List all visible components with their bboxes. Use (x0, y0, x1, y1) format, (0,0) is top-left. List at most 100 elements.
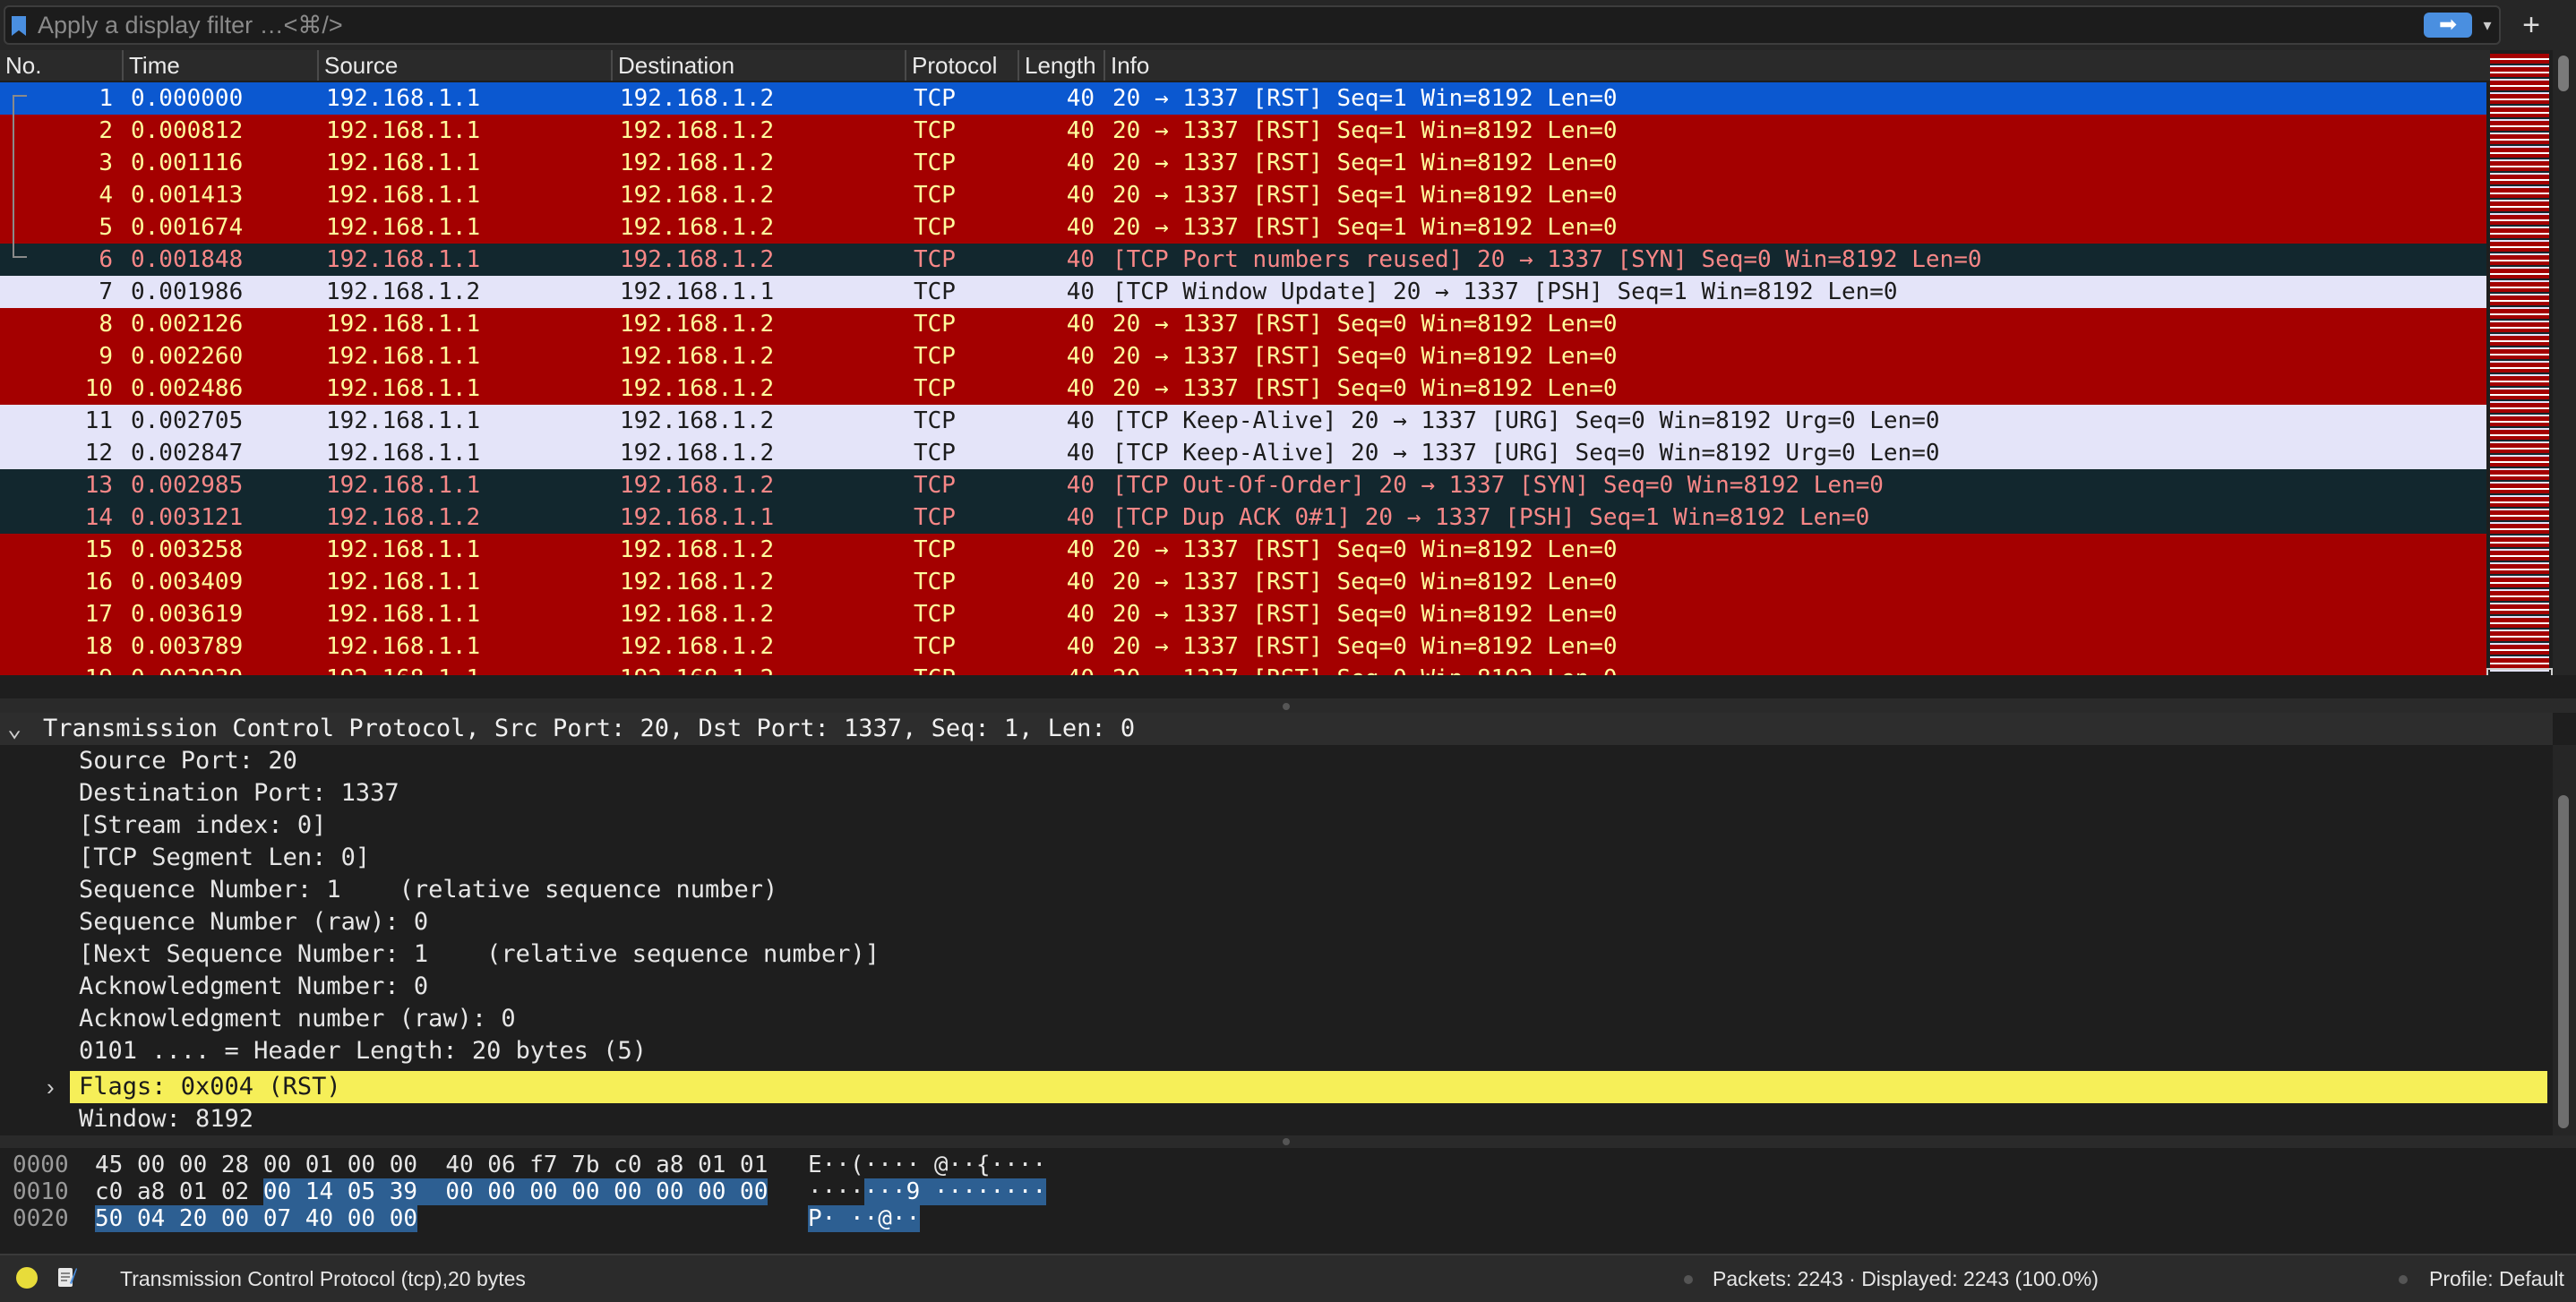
packet-cell-dst: 192.168.1.2 (620, 601, 775, 628)
display-filter-input[interactable] (38, 11, 1112, 39)
column-header-length[interactable]: Length (1018, 50, 1103, 81)
packet-cell-src: 192.168.1.2 (326, 278, 481, 305)
packet-details: ⌄ Transmission Control Protocol, Src Por… (0, 713, 2576, 1135)
ascii-bytes-highlighted[interactable]: P· ··@·· (808, 1205, 921, 1232)
packet-row[interactable]: 18 0.003789 192.168.1.1 192.168.1.2 TCP 40 20 … (0, 630, 2486, 663)
byte-hex-line[interactable]: c0 a8 01 02 00 14 05 39 00 00 00 00 00 0… (95, 1178, 769, 1205)
display-filter-box[interactable]: ➡ ▾ (4, 5, 2501, 45)
byte-ascii-line[interactable]: ·······9 ········ (808, 1178, 1047, 1205)
packet-rows: 1 0.000000 192.168.1.1 192.168.1.2 TCP 40 20 →… (0, 82, 2486, 675)
expert-info-dot-icon[interactable] (16, 1267, 38, 1289)
packet-list-vscrollbar[interactable] (2553, 50, 2576, 675)
chevron-right-icon[interactable]: › (47, 1071, 64, 1103)
detail-segment-len[interactable]: [TCP Segment Len: 0] (79, 842, 370, 874)
ascii-bytes[interactable]: E··(···· @··{···· (808, 1152, 1046, 1178)
packet-cell-len: 40 (1066, 343, 1095, 370)
detail-destination-port[interactable]: Destination Port: 1337 (79, 777, 399, 809)
byte-hex-line[interactable]: 50 04 20 00 07 40 00 00 (95, 1205, 418, 1232)
detail-next-sequence-number[interactable]: [Next Sequence Number: 1 (relative seque… (79, 938, 880, 971)
packet-cell-len: 40 (1066, 85, 1095, 112)
packet-row[interactable]: 3 0.001116 192.168.1.1 192.168.1.2 TCP 40 20 →… (0, 147, 2486, 179)
packet-row[interactable]: 12 0.002847 192.168.1.1 192.168.1.2 TCP 40 [TC… (0, 437, 2486, 469)
packet-row[interactable]: 19 0.003939 192.168.1.1 192.168.1.2 TCP 40 20 … (0, 663, 2486, 675)
packet-cell-src: 192.168.1.1 (326, 85, 481, 112)
packet-row[interactable]: 10 0.002486 192.168.1.1 192.168.1.2 TCP 40 20 … (0, 373, 2486, 405)
packet-row[interactable]: 13 0.002985 192.168.1.1 192.168.1.2 TCP 40 [TC… (0, 469, 2486, 501)
packet-row[interactable]: 8 0.002126 192.168.1.1 192.168.1.2 TCP 40 20 →… (0, 308, 2486, 340)
column-header-no[interactable]: No. (0, 50, 122, 81)
detail-sequence-number[interactable]: Sequence Number: 1 (relative sequence nu… (79, 874, 777, 906)
packet-cell-info: 20 → 1337 [RST] Seq=1 Win=8192 Len=0 (1112, 150, 1618, 176)
chevron-down-icon[interactable]: ⌄ (7, 713, 21, 745)
byte-hex-line[interactable]: 45 00 00 28 00 01 00 00 40 06 f7 7b c0 a… (95, 1152, 768, 1178)
detail-header-length[interactable]: 0101 .... = Header Length: 20 bytes (5) (79, 1035, 647, 1067)
pane-splitter-top[interactable] (0, 698, 2576, 713)
detail-flags[interactable]: Flags: 0x004 (RST) (79, 1071, 341, 1103)
details-vscroll-thumb[interactable] (2558, 795, 2569, 1128)
packet-list-header: No. Time Source Destination Protocol Len… (0, 50, 2490, 81)
column-header-protocol[interactable]: Protocol (905, 50, 1018, 81)
column-header-info[interactable]: Info (1103, 50, 2490, 81)
hex-bytes-highlighted[interactable]: 50 04 20 00 07 40 00 00 (95, 1205, 418, 1232)
packet-row[interactable]: 1 0.000000 192.168.1.1 192.168.1.2 TCP 40 20 →… (0, 82, 2486, 115)
hex-bytes[interactable]: c0 a8 01 02 (95, 1178, 263, 1205)
packet-cell-no: 15 (84, 536, 113, 563)
byte-ascii-line[interactable]: P· ··@·· (808, 1205, 921, 1232)
packet-cell-info: 20 → 1337 [RST] Seq=1 Win=8192 Len=0 (1112, 182, 1618, 209)
hex-bytes[interactable]: 45 00 00 28 00 01 00 00 40 06 f7 7b c0 a… (95, 1152, 768, 1178)
packet-cell-src: 192.168.1.1 (326, 343, 481, 370)
packet-cell-len: 40 (1012, 663, 1095, 675)
packet-row[interactable]: 4 0.001413 192.168.1.1 192.168.1.2 TCP 40 20 →… (0, 179, 2486, 211)
recent-filters-button[interactable]: ▾ (2476, 13, 2499, 38)
status-profile[interactable]: Profile: Default (2429, 1255, 2564, 1302)
packet-row[interactable]: 6 0.001848 192.168.1.1 192.168.1.2 TCP 40 [TCP… (0, 244, 2486, 276)
arrow-right-icon: ➡ (2438, 13, 2458, 37)
tcp-details-header[interactable]: ⌄ Transmission Control Protocol, Src Por… (0, 713, 2553, 745)
packet-row[interactable]: 15 0.003258 192.168.1.1 192.168.1.2 TCP 40 20 … (0, 534, 2486, 566)
ascii-bytes[interactable]: ···· (808, 1178, 864, 1205)
packet-cell-no: 7 (99, 278, 113, 305)
packet-cell-len: 40 (1066, 407, 1095, 434)
packet-row[interactable]: 14 0.003121 192.168.1.2 192.168.1.1 TCP 40 [TC… (0, 501, 2486, 534)
detail-window[interactable]: Window: 8192 (79, 1103, 253, 1135)
packet-row[interactable]: 17 0.003619 192.168.1.1 192.168.1.2 TCP 40 20 … (0, 598, 2486, 630)
pane-splitter-bottom[interactable] (0, 1135, 2576, 1148)
add-filter-button-icon[interactable]: + (2513, 7, 2549, 43)
filter-bookmark-icon[interactable] (12, 16, 26, 36)
packet-row[interactable]: 16 0.003409 192.168.1.1 192.168.1.2 TCP 40 20 … (0, 566, 2486, 598)
detail-ack-number-raw[interactable]: Acknowledgment number (raw): 0 (79, 1003, 516, 1035)
packet-cell-len: 40 (1066, 569, 1095, 595)
byte-ascii-line[interactable]: E··(···· @··{···· (808, 1152, 1046, 1178)
packet-cell-no: 17 (84, 601, 113, 628)
packet-cell-info: 20 → 1337 [RST] Seq=0 Win=8192 Len=0 (1112, 569, 1618, 595)
packet-cell-len: 40 (1066, 182, 1095, 209)
detail-source-port[interactable]: Source Port: 20 (79, 745, 297, 777)
column-header-time[interactable]: Time (122, 50, 317, 81)
minimap-viewport[interactable] (2486, 668, 2553, 675)
packet-cell-proto: TCP (914, 117, 956, 144)
packet-cell-no: 11 (84, 407, 113, 434)
packet-row[interactable]: 7 0.001986 192.168.1.2 192.168.1.1 TCP 40 [TCP… (0, 276, 2486, 308)
vscroll-thumb[interactable] (2558, 56, 2569, 91)
packet-cell-src: 192.168.1.1 (326, 375, 481, 402)
packet-minimap[interactable] (2490, 54, 2549, 672)
packet-cell-info: 20 → 1337 [RST] Seq=1 Win=8192 Len=0 (1112, 214, 1618, 241)
packet-cell-dst: 192.168.1.1 (620, 278, 775, 305)
packet-cell-info: 20 → 1337 [RST] Seq=0 Win=8192 Len=0 (1112, 311, 1618, 338)
detail-sequence-number-raw[interactable]: Sequence Number (raw): 0 (79, 906, 428, 938)
detail-stream-index[interactable]: [Stream index: 0] (79, 809, 326, 842)
ascii-bytes-highlighted[interactable]: ···9 ········ (863, 1178, 1047, 1205)
column-header-destination[interactable]: Destination (611, 50, 905, 81)
packet-row[interactable]: 11 0.002705 192.168.1.1 192.168.1.2 TCP 40 [TC… (0, 405, 2486, 437)
column-header-source[interactable]: Source (317, 50, 611, 81)
packet-row[interactable]: 2 0.000812 192.168.1.1 192.168.1.2 TCP 40 20 →… (0, 115, 2486, 147)
packet-row[interactable]: 5 0.001674 192.168.1.1 192.168.1.2 TCP 40 20 →… (0, 211, 2486, 244)
details-vscrollbar[interactable] (2553, 745, 2576, 1135)
apply-filter-button[interactable]: ➡ (2424, 13, 2472, 38)
capture-comment-icon[interactable] (57, 1265, 77, 1289)
detail-ack-number[interactable]: Acknowledgment Number: 0 (79, 971, 428, 1003)
packet-row[interactable]: 9 0.002260 192.168.1.1 192.168.1.2 TCP 40 20 →… (0, 340, 2486, 373)
detail-flags-row[interactable] (70, 1071, 2547, 1103)
tcp-details-title: Transmission Control Protocol, Src Port:… (43, 715, 1136, 742)
hex-bytes-highlighted[interactable]: 00 14 05 39 00 00 00 00 00 00 00 00 (262, 1178, 769, 1205)
